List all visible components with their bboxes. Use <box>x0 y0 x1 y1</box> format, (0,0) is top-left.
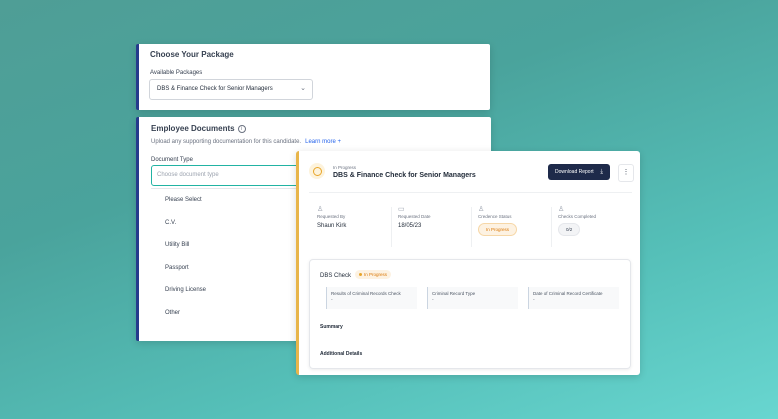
additional-details-heading: Additional Details <box>320 351 363 357</box>
users-icon: ♙ <box>478 206 485 213</box>
check-title: DBS & Finance Check for Senior Managers <box>333 172 476 179</box>
divider <box>309 192 632 193</box>
checks-badge: 0/2 <box>558 223 581 236</box>
credence-status: ♙ Credence Status In Progress <box>478 205 548 236</box>
check-progress-card: In Progress DBS & Finance Check for Seni… <box>296 151 640 375</box>
documents-description: Upload any supporting documentation for … <box>151 139 341 145</box>
dbs-status-badge: In Progress <box>355 270 392 279</box>
package-card: Choose Your Package Available Packages D… <box>136 44 490 110</box>
document-type-placeholder: Choose document type <box>157 172 219 178</box>
dbs-col-results: Results of Criminal Records Check - <box>326 287 417 309</box>
summary-heading: Summary <box>320 324 343 330</box>
package-title: Choose Your Package <box>150 50 234 59</box>
clock-icon <box>309 163 325 179</box>
calendar-icon: ▭ <box>398 206 405 213</box>
plus-icon: + <box>337 139 341 145</box>
package-select[interactable]: DBS & Finance Check for Senior Managers … <box>149 79 313 100</box>
package-select-value: DBS & Finance Check for Senior Managers <box>157 86 273 92</box>
chevron-down-icon: ⌄ <box>300 85 306 92</box>
status-badge: In Progress <box>478 223 518 236</box>
more-options-icon[interactable]: ⋮ <box>618 164 634 182</box>
download-report-button[interactable]: Download Report ⤓ <box>548 164 610 180</box>
dbs-col-type: Criminal Record Type - <box>427 287 518 309</box>
user-icon: ♙ <box>317 206 324 213</box>
check-status-text: In Progress <box>333 165 357 170</box>
learn-more-link[interactable]: Learn more + <box>305 139 341 145</box>
requested-by: ♙ Requested By Shaun Kirk <box>317 205 387 229</box>
checks-completed: ♙ Checks Completed 0/2 <box>558 205 628 236</box>
available-packages-label: Available Packages <box>150 70 203 76</box>
download-icon: ⤓ <box>600 169 603 175</box>
info-icon[interactable]: i <box>237 125 246 133</box>
documents-title: Employee Documents i <box>151 124 246 133</box>
document-type-label: Document Type <box>151 157 193 163</box>
dbs-col-date: Date of Criminal Record Certificate - <box>528 287 619 309</box>
dbs-check-panel: DBS Check In Progress Results of Criminal… <box>309 259 631 369</box>
requested-date: ▭ Requested Date 18/05/23 <box>398 205 468 229</box>
person-check-icon: ♙ <box>558 206 565 213</box>
dbs-title: DBS Check In Progress <box>320 270 392 279</box>
